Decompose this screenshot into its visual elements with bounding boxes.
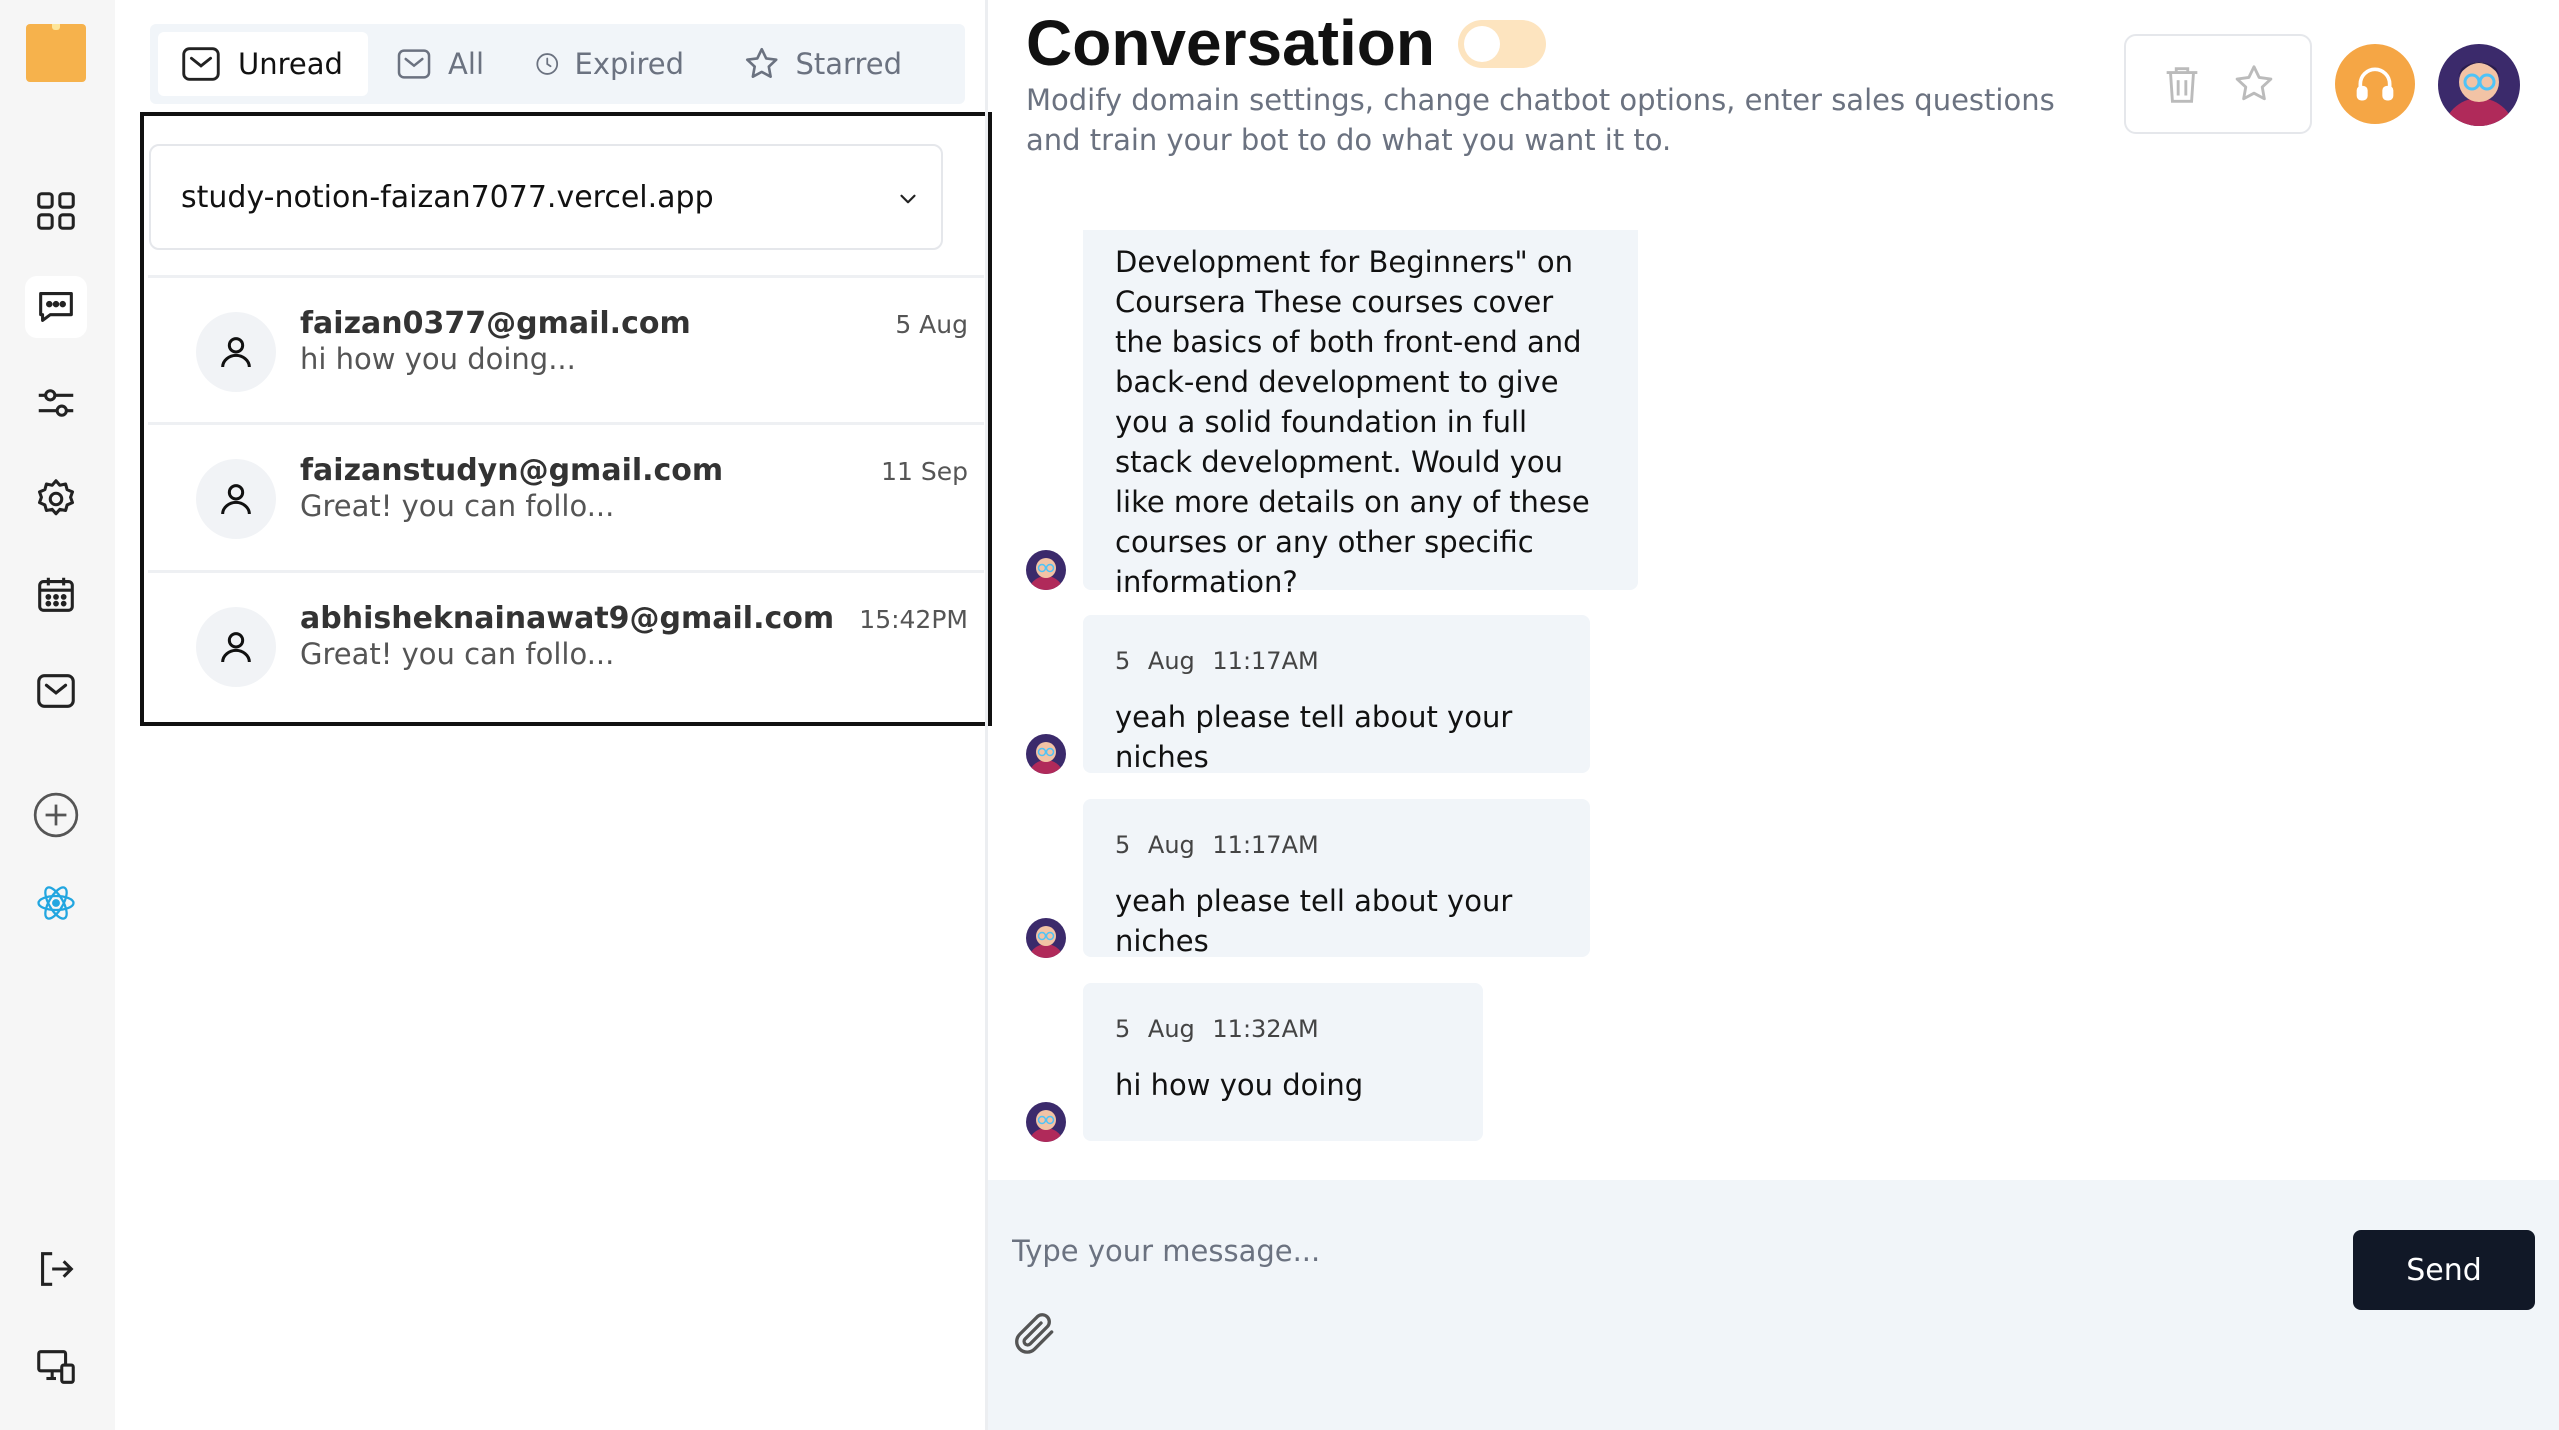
message-date: 5 Aug: [1115, 1015, 1195, 1043]
page-title: Conversation: [1026, 7, 1435, 79]
conversation-item[interactable]: faizanstudyn@gmail.com Great! you can fo…: [148, 422, 984, 566]
message-text: Development for Beginners" on Coursera T…: [1115, 245, 1590, 599]
chevron-down-icon: [900, 194, 916, 204]
message-time: 11:17AM: [1212, 831, 1319, 859]
conversation-snippet: hi how you doing...: [300, 342, 576, 376]
chat-messages: Development for Beginners" on Coursera T…: [988, 230, 2559, 1180]
logout-icon[interactable]: [25, 1238, 87, 1300]
bot-avatar: [1026, 1102, 1066, 1142]
headphones-icon[interactable]: [2335, 44, 2415, 124]
conversation-email: faizan0377@gmail.com: [300, 306, 691, 341]
tab-label: Starred: [795, 47, 903, 81]
message-date: 5 Aug: [1115, 831, 1195, 859]
realtime-toggle[interactable]: [1458, 20, 1546, 68]
message-time: 11:32AM: [1212, 1015, 1319, 1043]
message-text: yeah please tell about your niches: [1115, 700, 1513, 774]
conversation-time: 11 Sep: [881, 457, 968, 486]
clock-icon: [536, 53, 559, 75]
message-bubble: 5 Aug 11:17AM yeah please tell about you…: [1083, 799, 1590, 958]
domain-select[interactable]: study-notion-faizan7077.vercel.app: [149, 144, 943, 250]
conversation-item[interactable]: faizan0377@gmail.com hi how you doing...…: [148, 275, 984, 419]
conversation-snippet: Great! you can follo...: [300, 489, 615, 523]
trash-icon[interactable]: [2159, 61, 2205, 107]
message-time: 11:17AM: [1212, 647, 1319, 675]
page-subtitle: Modify domain settings, change chatbot o…: [1026, 83, 2055, 157]
message-text: hi how you doing: [1115, 1068, 1364, 1102]
message-date: 5 Aug: [1115, 647, 1195, 675]
tab-label: Unread: [238, 47, 343, 81]
tab-unread[interactable]: Unread: [158, 32, 368, 96]
message-text: yeah please tell about your niches: [1115, 884, 1513, 958]
conversation-email: faizanstudyn@gmail.com: [300, 453, 724, 488]
conversation-email: abhisheknainawat9@gmail.com: [300, 601, 835, 636]
tab-label: Expired: [574, 47, 685, 81]
conversation-time: 5 Aug: [895, 310, 968, 339]
bot-avatar: [1026, 550, 1066, 590]
user-icon: [196, 459, 276, 539]
domain-select-value: study-notion-faizan7077.vercel.app: [181, 179, 714, 215]
message-meta: 5 Aug 11:17AM: [1115, 647, 1558, 675]
add-domain-icon[interactable]: [25, 784, 87, 846]
message-bubble: 5 Aug 11:17AM yeah please tell about you…: [1083, 615, 1590, 774]
message-bubble: 5 Aug 11:32AM hi how you doing: [1083, 983, 1483, 1141]
bot-avatar: [1026, 734, 1066, 774]
message-meta: 5 Aug 11:17AM: [1115, 831, 1558, 859]
settings-gear-icon[interactable]: [25, 468, 87, 530]
send-button[interactable]: Send: [2353, 1230, 2535, 1310]
devices-icon[interactable]: [25, 1336, 87, 1398]
conversation-time: 15:42PM: [859, 605, 968, 634]
sliders-icon[interactable]: [25, 372, 87, 434]
user-icon: [196, 607, 276, 687]
mail-icon[interactable]: [25, 660, 87, 722]
user-icon: [196, 312, 276, 392]
paperclip-icon[interactable]: [1010, 1308, 1060, 1358]
avatar[interactable]: [2438, 44, 2520, 126]
star-icon[interactable]: [2231, 61, 2277, 107]
calendar-icon[interactable]: [25, 564, 87, 626]
react-domain-icon[interactable]: [25, 872, 87, 934]
inbox-tabs: Unread All Expired Starred: [150, 24, 965, 104]
message-meta: 5 Aug 11:32AM: [1115, 1015, 1451, 1043]
conversation-snippet: Great! you can follo...: [300, 637, 615, 671]
tab-starred[interactable]: Starred: [722, 32, 922, 96]
mail-icon: [397, 49, 431, 79]
message-input[interactable]: [1010, 1222, 2314, 1280]
conversation-item[interactable]: abhisheknainawat9@gmail.com Great! you c…: [148, 570, 984, 714]
mail-icon: [182, 47, 220, 81]
bot-avatar: [1026, 918, 1066, 958]
tab-label: All: [448, 47, 484, 81]
message-bubble: Development for Beginners" on Coursera T…: [1083, 230, 1638, 599]
chat-icon[interactable]: [25, 276, 87, 338]
tab-expired[interactable]: Expired: [514, 32, 704, 96]
star-icon: [745, 47, 778, 78]
tab-all[interactable]: All: [374, 32, 504, 96]
dashboard-icon[interactable]: [25, 180, 87, 242]
app-logo[interactable]: [26, 24, 86, 82]
conversation-actions: [2124, 34, 2312, 134]
sidebar-rail: [0, 0, 115, 1430]
message-composer: Send: [988, 1180, 2559, 1430]
